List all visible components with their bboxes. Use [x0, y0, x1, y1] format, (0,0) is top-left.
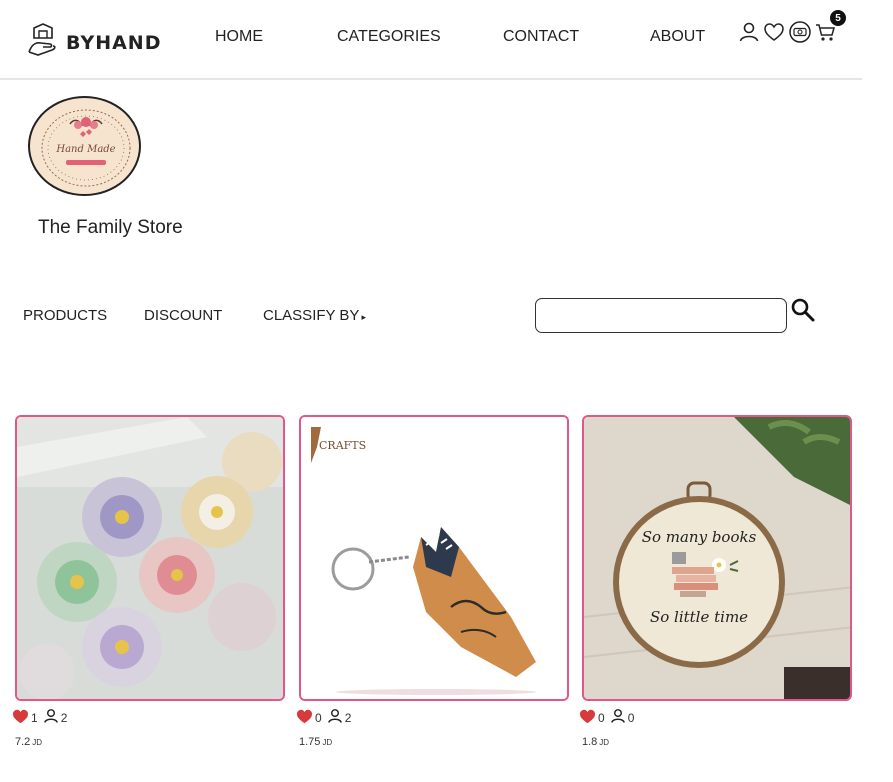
hoop-line1: So many books — [642, 528, 757, 546]
search-icon[interactable] — [790, 297, 816, 328]
store-logo-text: Hand Made — [55, 144, 115, 155]
product-card[interactable] — [15, 415, 285, 701]
hoop-line2: So little time — [650, 608, 748, 626]
image-brand-text: CRAFTS — [319, 439, 366, 452]
followers-icon — [327, 708, 343, 727]
product-price: 7.2 JD — [15, 736, 42, 748]
hand-logo-icon — [26, 22, 60, 63]
store-logo: Hand Made — [28, 96, 141, 196]
price-value: 1.75 — [299, 736, 321, 748]
cart-button[interactable]: 5 — [815, 10, 846, 48]
cart-icon — [815, 24, 837, 47]
top-navbar: BYHAND HOME CATEGORIES CONTACT ABOUT 5 — [0, 0, 862, 80]
search-input[interactable] — [535, 298, 787, 333]
nav-contact-link[interactable]: CONTACT — [503, 28, 579, 46]
price-currency: JD — [599, 738, 610, 747]
product-card[interactable]: So many books So little time — [582, 415, 852, 701]
product-stats: 0 2 — [296, 708, 356, 727]
product-stats: 0 0 — [579, 708, 639, 727]
money-icon[interactable] — [788, 20, 812, 49]
followers-count: 2 — [60, 710, 68, 725]
heart-filled-icon[interactable] — [12, 709, 29, 727]
nav-about-link[interactable]: ABOUT — [650, 28, 705, 46]
price-value: 1.8 — [582, 736, 598, 748]
price-value: 7.2 — [15, 736, 31, 748]
wooden-keychain-photo: CRAFTS — [301, 417, 567, 699]
filter-products[interactable]: PRODUCTS — [23, 307, 107, 324]
cart-count-badge: 5 — [830, 10, 846, 26]
embroidery-hoop-photo: So many books So little time — [584, 417, 850, 699]
product-card[interactable]: CRAFTS — [299, 415, 569, 701]
likes-count: 1 — [31, 710, 38, 725]
flower-jars-photo — [17, 417, 283, 699]
classify-by-label: CLASSIFY BY — [263, 307, 360, 324]
followers-count: 0 — [627, 710, 635, 725]
heart-icon[interactable] — [763, 21, 785, 48]
price-currency: JD — [32, 738, 43, 747]
likes-count: 0 — [598, 710, 605, 725]
nav-home-link[interactable]: HOME — [215, 28, 263, 46]
followers-count: 2 — [344, 710, 352, 725]
brand-name: BYHAND — [66, 31, 162, 54]
product-stats: 1 2 — [12, 708, 72, 727]
followers-icon — [43, 708, 59, 727]
filter-classify-by[interactable]: CLASSIFY BY ▸ — [263, 307, 366, 324]
nav-categories-link[interactable]: CATEGORIES — [337, 28, 441, 46]
caret-right-icon: ▸ — [361, 312, 366, 322]
product-price: 1.75 JD — [299, 736, 332, 748]
store-name: The Family Store — [38, 217, 183, 238]
filter-discount[interactable]: DISCOUNT — [144, 307, 222, 324]
followers-icon — [610, 708, 626, 727]
heart-filled-icon[interactable] — [579, 709, 596, 727]
heart-filled-icon[interactable] — [296, 709, 313, 727]
likes-count: 0 — [315, 710, 322, 725]
product-price: 1.8 JD — [582, 736, 609, 748]
price-currency: JD — [322, 738, 333, 747]
brand-logo[interactable]: BYHAND — [26, 22, 161, 63]
user-icon[interactable] — [738, 21, 760, 48]
header-icon-group: 5 — [738, 10, 846, 49]
